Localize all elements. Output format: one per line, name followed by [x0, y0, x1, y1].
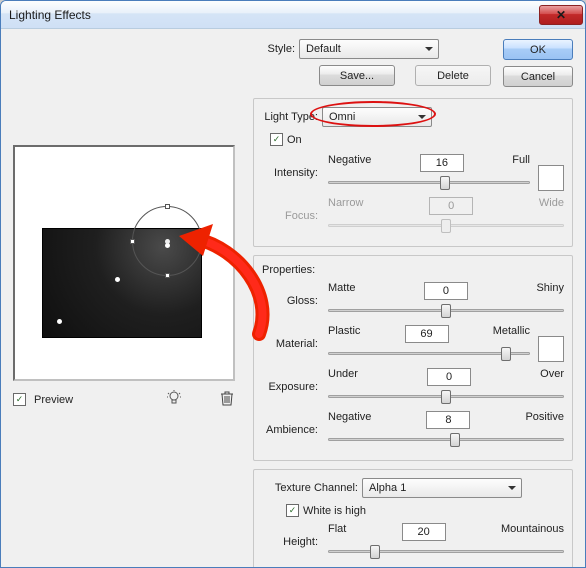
on-checkbox[interactable]: ✓ [270, 133, 283, 146]
light-color-swatch[interactable] [538, 165, 564, 191]
exposure-right: Over [540, 368, 564, 386]
lighting-effects-dialog: Lighting Effects ✕ OK Cancel Style: Defa… [0, 0, 586, 568]
close-icon: ✕ [556, 8, 566, 22]
delete-button: Delete [415, 65, 491, 86]
ambience-slider[interactable] [328, 430, 564, 448]
ambience-value[interactable]: 8 [426, 411, 470, 429]
delete-label: Delete [437, 70, 469, 82]
titlebar[interactable]: Lighting Effects ✕ [1, 1, 585, 29]
save-button[interactable]: Save... [319, 65, 395, 86]
gloss-value[interactable]: 0 [424, 282, 468, 300]
ok-label: OK [530, 44, 546, 56]
ambient-color-swatch[interactable] [538, 336, 564, 362]
exposure-label: Exposure: [262, 381, 322, 393]
exposure-slider[interactable] [328, 387, 564, 405]
light-gizmo[interactable] [132, 206, 202, 276]
save-label: Save... [340, 70, 374, 82]
intensity-left: Negative [328, 154, 371, 172]
ok-button[interactable]: OK [503, 39, 573, 60]
material-left: Plastic [328, 325, 360, 343]
material-slider[interactable] [328, 344, 530, 362]
texture-value: Alpha 1 [369, 482, 406, 494]
light-type-value: Omni [329, 111, 355, 123]
focus-slider [328, 216, 564, 234]
texture-group: Texture Channel: Alpha 1 ✓ White is high… [253, 469, 573, 568]
height-value[interactable]: 20 [402, 523, 446, 541]
height-label: Height: [262, 536, 322, 548]
preview-label: Preview [34, 394, 73, 406]
material-label: Material: [262, 338, 322, 350]
focus-value: 0 [429, 197, 473, 215]
style-value: Default [306, 43, 341, 55]
material-value[interactable]: 69 [405, 325, 449, 343]
height-slider[interactable] [328, 542, 564, 560]
gloss-label: Gloss: [262, 295, 322, 307]
intensity-label: Intensity: [262, 167, 322, 179]
focus-right: Wide [539, 197, 564, 215]
preview-canvas[interactable] [13, 145, 235, 381]
light-type-label: Light Type: [262, 111, 322, 123]
close-button[interactable]: ✕ [539, 5, 583, 25]
cancel-label: Cancel [521, 71, 555, 83]
texture-channel-label: Texture Channel: [262, 482, 362, 494]
preview-checkbox[interactable]: ✓ [13, 393, 26, 406]
trash-icon[interactable] [219, 389, 235, 410]
ambience-left: Negative [328, 411, 371, 429]
intensity-value[interactable]: 16 [420, 154, 464, 172]
light-type-group: Light Type: Omni ✓ On Intensity: Negativ… [253, 98, 573, 247]
light-type-select[interactable]: Omni [322, 107, 432, 127]
properties-group: Properties: Gloss: Matte 0 Shiny Material:… [253, 255, 573, 461]
material-right: Metallic [493, 325, 530, 343]
properties-label: Properties: [262, 264, 564, 276]
ambience-label: Ambience: [262, 424, 322, 436]
focus-left: Narrow [328, 197, 363, 215]
ambience-right: Positive [525, 411, 564, 429]
cancel-button[interactable]: Cancel [503, 66, 573, 87]
gloss-slider[interactable] [328, 301, 564, 319]
height-left: Flat [328, 523, 346, 541]
intensity-right: Full [512, 154, 530, 172]
focus-label: Focus: [262, 210, 322, 222]
exposure-left: Under [328, 368, 358, 386]
white-is-high-label: White is high [303, 505, 366, 517]
gloss-right: Shiny [536, 282, 564, 300]
style-select[interactable]: Default [299, 39, 439, 59]
style-label: Style: [253, 43, 299, 55]
window-title: Lighting Effects [9, 8, 91, 22]
gloss-left: Matte [328, 282, 356, 300]
on-label: On [287, 134, 302, 146]
light-bulb-icon[interactable] [165, 389, 183, 410]
white-is-high-checkbox[interactable]: ✓ [286, 504, 299, 517]
texture-channel-select[interactable]: Alpha 1 [362, 478, 522, 498]
exposure-value[interactable]: 0 [427, 368, 471, 386]
height-right: Mountainous [501, 523, 564, 541]
intensity-slider[interactable] [328, 173, 530, 191]
